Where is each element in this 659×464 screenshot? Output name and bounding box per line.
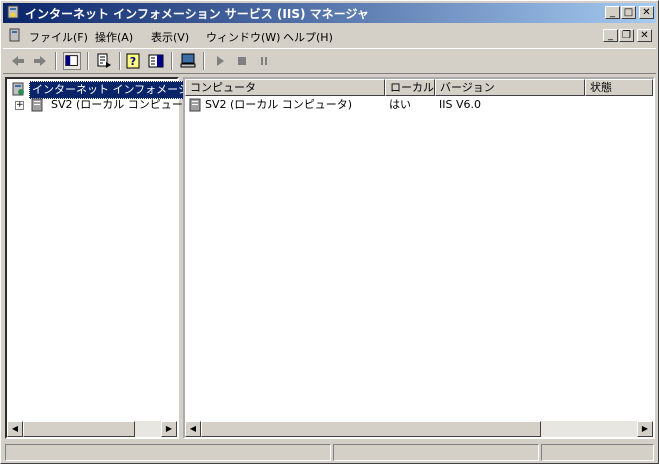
properties-pane-icon[interactable] xyxy=(147,52,165,70)
menu-window[interactable]: ウィンドウ(W) xyxy=(206,29,280,45)
scroll-right-button[interactable]: ▶ xyxy=(637,421,653,437)
menu-file[interactable]: ファイル(F) xyxy=(29,29,88,45)
iis-app-icon xyxy=(7,5,19,19)
show-hide-tree-icon[interactable] xyxy=(63,52,81,70)
scroll-thumb[interactable] xyxy=(23,421,135,437)
cell-local: はい xyxy=(389,98,411,111)
cell-version: IIS V6.0 xyxy=(439,98,481,111)
title-bar[interactable]: インターネット インフォメーション サービス (IIS) マネージャ _ □ ✕ xyxy=(3,3,656,23)
tree-horizontal-scrollbar[interactable]: ◀ ▶ xyxy=(7,421,177,437)
back-icon[interactable] xyxy=(9,52,27,70)
stop-icon[interactable] xyxy=(233,52,251,70)
tree-item-sv2[interactable]: + SV2 (ローカル コンピュータ) xyxy=(13,97,198,113)
column-header-computer[interactable]: コンピュータ xyxy=(185,79,385,96)
mdi-minimize-button[interactable]: _ xyxy=(603,29,618,42)
tree-pane[interactable]: インターネット インフォメーション + SV2 (ローカル コンピュータ) ◀ … xyxy=(5,77,214,439)
forward-icon[interactable] xyxy=(31,52,49,70)
svg-text:?: ? xyxy=(130,55,136,68)
pause-icon[interactable] xyxy=(255,52,273,70)
toolbar-separator xyxy=(171,52,173,70)
tree-item-label: SV2 (ローカル コンピュータ) xyxy=(51,98,199,111)
scroll-thumb[interactable] xyxy=(201,421,541,437)
toolbar: ? xyxy=(3,48,656,74)
server-icon xyxy=(31,98,43,112)
export-list-icon[interactable] xyxy=(95,52,113,70)
mdi-restore-button[interactable]: ❐ xyxy=(619,29,634,42)
close-button[interactable]: ✕ xyxy=(639,6,654,19)
connect-computer-icon[interactable] xyxy=(179,52,197,70)
mdi-close-button[interactable]: ✕ xyxy=(637,29,652,42)
status-panel-main xyxy=(5,444,331,461)
column-header-local[interactable]: ローカル xyxy=(385,79,435,96)
menu-view[interactable]: 表示(V) xyxy=(151,29,189,45)
expand-icon[interactable]: + xyxy=(15,101,24,110)
menu-action[interactable]: 操作(A) xyxy=(95,29,133,45)
toolbar-separator xyxy=(203,52,205,70)
start-icon[interactable] xyxy=(211,52,229,70)
iis-manager-window: インターネット インフォメーション サービス (IIS) マネージャ _ □ ✕… xyxy=(0,0,659,464)
list-horizontal-scrollbar[interactable]: ◀ ▶ xyxy=(185,421,653,437)
server-icon xyxy=(189,98,201,112)
column-header-status[interactable]: 状態 xyxy=(585,79,653,96)
cell-computer: SV2 (ローカル コンピュータ) xyxy=(205,98,353,111)
column-header-version[interactable]: バージョン xyxy=(435,79,585,96)
window-title: インターネット インフォメーション サービス (IIS) マネージャ xyxy=(25,7,369,21)
status-panel-secondary xyxy=(333,444,539,461)
table-row[interactable]: SV2 (ローカル コンピュータ) はい IIS V6.0 xyxy=(185,97,653,113)
list-pane[interactable]: コンピュータ ローカル バージョン 状態 SV2 (ローカル コンピュータ) は… xyxy=(183,77,655,439)
status-panel-tertiary xyxy=(541,444,654,461)
help-icon[interactable]: ? xyxy=(125,52,143,70)
toolbar-separator xyxy=(87,52,89,70)
maximize-button[interactable]: □ xyxy=(621,6,636,19)
minimize-button[interactable]: _ xyxy=(605,6,620,19)
toolbar-separator xyxy=(55,52,57,70)
menu-help[interactable]: ヘルプ(H) xyxy=(283,29,333,45)
toolbar-separator xyxy=(119,52,121,70)
menu-bar: ファイル(F) 操作(A) 表示(V) ウィンドウ(W) ヘルプ(H) _ ❐ … xyxy=(3,25,656,47)
document-icon[interactable] xyxy=(7,27,23,43)
list-header: コンピュータ ローカル バージョン 状態 xyxy=(185,79,653,96)
scroll-left-button[interactable]: ◀ xyxy=(185,421,201,437)
status-bar xyxy=(3,442,656,462)
scroll-left-button[interactable]: ◀ xyxy=(7,421,23,437)
iis-root-icon xyxy=(12,82,24,96)
scroll-right-button[interactable]: ▶ xyxy=(161,421,177,437)
